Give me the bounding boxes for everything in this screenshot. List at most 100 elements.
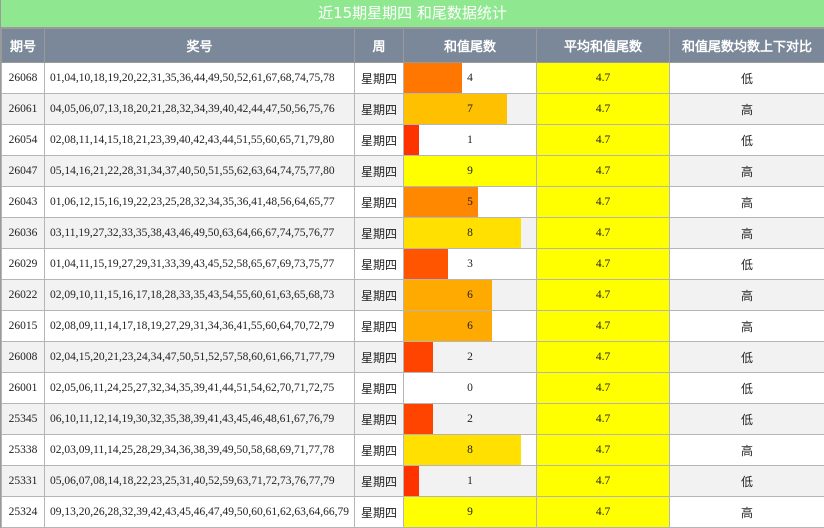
weekday-cell: 星期四 <box>355 373 404 404</box>
table-row: 2600102,05,06,11,24,25,27,32,34,35,39,41… <box>2 373 824 404</box>
tail-cell: 0 <box>404 373 537 404</box>
numbers-cell: 05,14,16,21,22,28,31,34,37,40,50,51,55,6… <box>45 156 355 187</box>
tail-bar <box>404 311 492 341</box>
table-row: 2606104,05,06,07,13,18,20,21,28,32,34,39… <box>2 94 824 125</box>
period-cell: 26043 <box>2 187 45 218</box>
tail-cell: 2 <box>404 404 537 435</box>
tail-cell: 6 <box>404 280 537 311</box>
tail-value: 1 <box>467 475 473 487</box>
period-cell: 26015 <box>2 311 45 342</box>
avg-cell: 4.7 <box>537 94 670 125</box>
tail-value: 7 <box>467 103 473 115</box>
table-row: 2533105,06,07,08,14,18,22,23,25,31,40,52… <box>2 466 824 497</box>
numbers-cell: 02,09,10,11,15,16,17,18,28,33,35,43,54,5… <box>45 280 355 311</box>
compare-cell: 高 <box>670 311 824 342</box>
compare-cell: 低 <box>670 404 824 435</box>
weekday-cell: 星期四 <box>355 218 404 249</box>
tail-cell: 7 <box>404 94 537 125</box>
table-row: 2605402,08,11,14,15,18,21,23,39,40,42,43… <box>2 125 824 156</box>
avg-cell: 4.7 <box>537 404 670 435</box>
avg-cell: 4.7 <box>537 373 670 404</box>
compare-cell: 高 <box>670 187 824 218</box>
numbers-cell: 09,13,20,26,28,32,39,42,43,45,46,47,49,5… <box>45 497 355 528</box>
header-weekday: 周 <box>355 29 404 63</box>
tail-bar <box>404 280 492 310</box>
tail-bar <box>404 63 462 93</box>
weekday-cell: 星期四 <box>355 156 404 187</box>
period-cell: 26047 <box>2 156 45 187</box>
tail-bar <box>404 218 521 248</box>
tail-cell: 9 <box>404 156 537 187</box>
period-cell: 25338 <box>2 435 45 466</box>
compare-cell: 低 <box>670 373 824 404</box>
compare-cell: 高 <box>670 94 824 125</box>
compare-cell: 高 <box>670 280 824 311</box>
page-title: 近15期星期四 和尾数据统计 <box>1 0 824 28</box>
period-cell: 25345 <box>2 404 45 435</box>
tail-cell: 5 <box>404 187 537 218</box>
period-cell: 26022 <box>2 280 45 311</box>
weekday-cell: 星期四 <box>355 404 404 435</box>
compare-cell: 低 <box>670 249 824 280</box>
header-numbers: 奖号 <box>45 29 355 63</box>
avg-cell: 4.7 <box>537 218 670 249</box>
weekday-cell: 星期四 <box>355 311 404 342</box>
header-period: 期号 <box>2 29 45 63</box>
compare-cell: 高 <box>670 497 824 528</box>
numbers-cell: 01,04,10,18,19,20,22,31,35,36,44,49,50,5… <box>45 63 355 94</box>
avg-cell: 4.7 <box>537 63 670 94</box>
avg-cell: 4.7 <box>537 497 670 528</box>
tail-cell: 4 <box>404 63 537 94</box>
tail-cell: 1 <box>404 466 537 497</box>
compare-cell: 低 <box>670 125 824 156</box>
compare-cell: 高 <box>670 218 824 249</box>
period-cell: 26001 <box>2 373 45 404</box>
tail-bar <box>404 466 419 496</box>
header-tail: 和值尾数 <box>404 29 537 63</box>
tail-cell: 1 <box>404 125 537 156</box>
numbers-cell: 04,05,06,07,13,18,20,21,28,32,34,39,40,4… <box>45 94 355 125</box>
tail-cell: 8 <box>404 435 537 466</box>
numbers-cell: 02,04,15,20,21,23,24,34,47,50,51,52,57,5… <box>45 342 355 373</box>
tail-bar <box>404 249 448 279</box>
table-row: 2602901,04,11,15,19,27,29,31,33,39,43,45… <box>2 249 824 280</box>
numbers-cell: 02,03,09,11,14,25,28,29,34,36,38,39,49,5… <box>45 435 355 466</box>
table-row: 2534506,10,11,12,14,19,30,32,35,38,39,41… <box>2 404 824 435</box>
avg-cell: 4.7 <box>537 435 670 466</box>
tail-cell: 9 <box>404 497 537 528</box>
weekday-cell: 星期四 <box>355 94 404 125</box>
avg-cell: 4.7 <box>537 466 670 497</box>
period-cell: 26054 <box>2 125 45 156</box>
tail-bar <box>404 125 419 155</box>
tail-value: 6 <box>467 320 473 332</box>
header-compare: 和值尾数均数上下对比 <box>670 29 824 63</box>
table-row: 2533802,03,09,11,14,25,28,29,34,36,38,39… <box>2 435 824 466</box>
weekday-cell: 星期四 <box>355 125 404 156</box>
period-cell: 26036 <box>2 218 45 249</box>
numbers-cell: 02,05,06,11,24,25,27,32,34,35,39,41,44,5… <box>45 373 355 404</box>
weekday-cell: 星期四 <box>355 435 404 466</box>
period-cell: 26029 <box>2 249 45 280</box>
weekday-cell: 星期四 <box>355 249 404 280</box>
tail-bar <box>404 94 507 124</box>
tail-value: 6 <box>467 289 473 301</box>
tail-cell: 6 <box>404 311 537 342</box>
stats-panel: 近15期星期四 和尾数据统计 期号 奖号 周 和值尾数 平均和值尾数 和值尾数均… <box>0 0 824 528</box>
table-row: 2601502,08,09,11,14,17,18,19,27,29,31,34… <box>2 311 824 342</box>
tail-cell: 3 <box>404 249 537 280</box>
tail-cell: 8 <box>404 218 537 249</box>
table-row: 2532409,13,20,26,28,32,39,42,43,45,46,47… <box>2 497 824 528</box>
tail-bar <box>404 404 433 434</box>
tail-value: 8 <box>467 227 473 239</box>
weekday-cell: 星期四 <box>355 187 404 218</box>
weekday-cell: 星期四 <box>355 342 404 373</box>
tail-value: 0 <box>467 382 473 394</box>
table-body: 2 6 0 6 8 01,04,10,18,19,20,22,31,35,36,44,49… <box>2 63 824 528</box>
tail-value: 5 <box>467 196 473 208</box>
avg-cell: 4.7 <box>537 249 670 280</box>
numbers-cell: 02,08,09,11,14,17,18,19,27,29,31,34,36,4… <box>45 311 355 342</box>
table-row: 2603603,11,19,27,32,33,35,38,43,46,49,50… <box>2 218 824 249</box>
numbers-cell: 03,11,19,27,32,33,35,38,43,46,49,50,63,6… <box>45 218 355 249</box>
numbers-cell: 02,08,11,14,15,18,21,23,39,40,42,43,44,5… <box>45 125 355 156</box>
tail-cell: 2 <box>404 342 537 373</box>
